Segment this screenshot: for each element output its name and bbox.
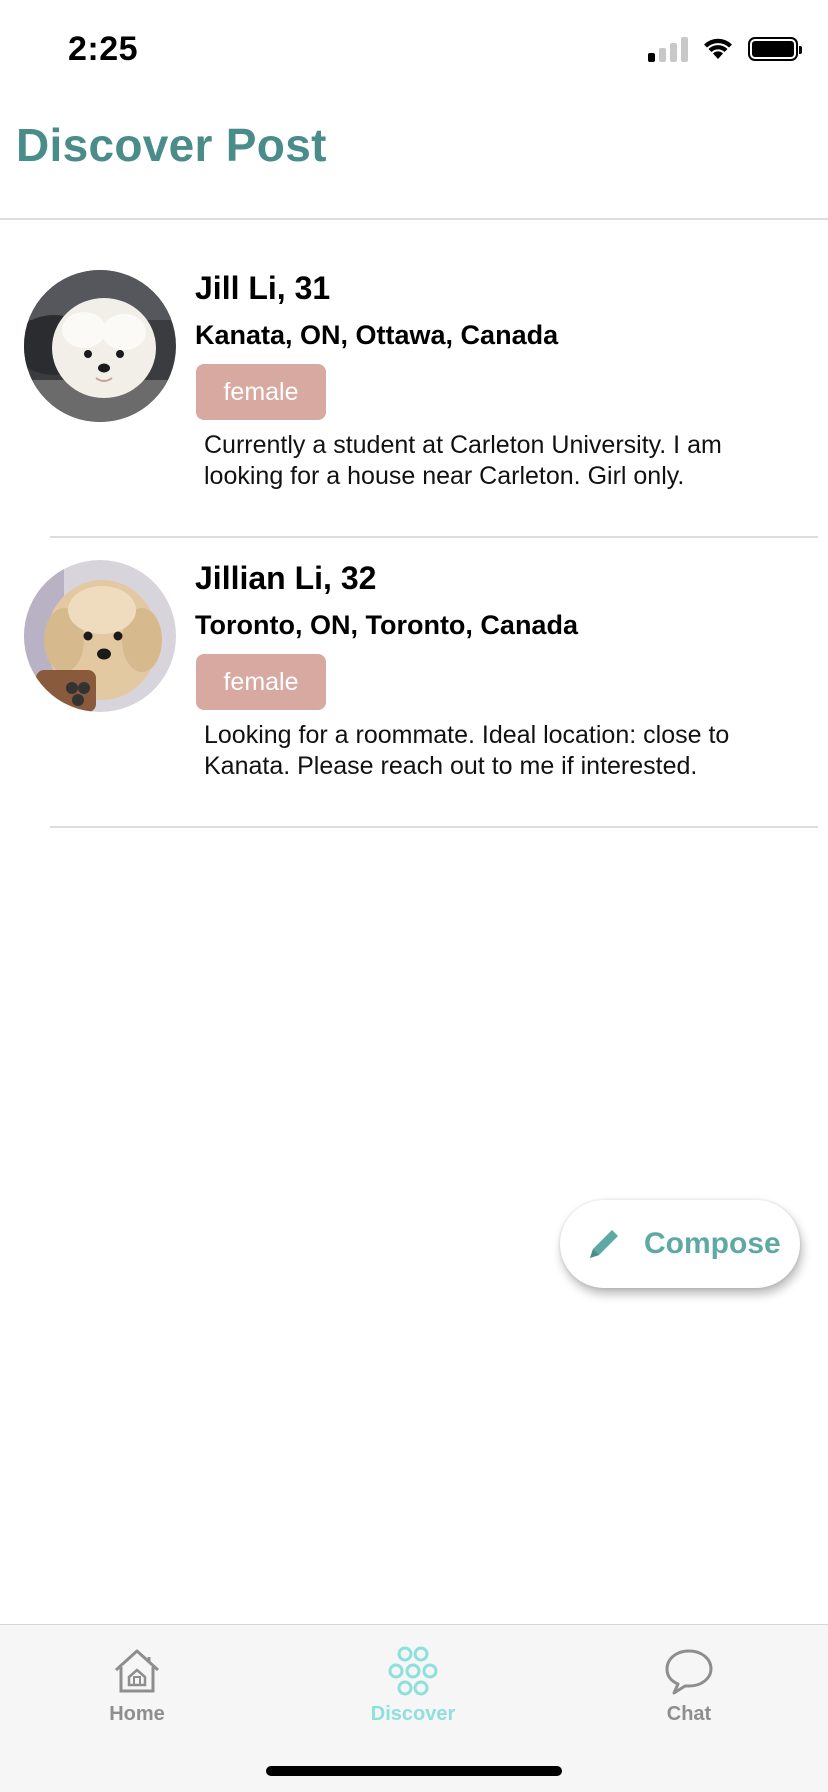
post-description: Currently a student at Carleton Universi… [204,431,722,490]
pencil-icon [590,1230,618,1258]
status-time: 2:25 [68,30,139,68]
avatar[interactable] [24,560,176,712]
tab-label: Home [109,1703,165,1725]
status-bar: 2:25 [0,0,828,100]
avatar[interactable] [24,270,176,422]
wifi-icon [704,38,732,59]
tab-home[interactable]: Home [62,1645,212,1726]
tab-label: Discover [370,1703,456,1725]
status-icons [648,36,802,62]
post-divider [50,826,818,828]
tab-chat[interactable]: Chat [614,1645,764,1726]
cellular-signal-icon [648,36,688,62]
discover-screen: 2:25 Discover Post Jill Li, 31 Kanata, O… [0,0,828,1792]
battery-icon [748,37,802,61]
post-description: Looking for a roommate. Ideal location: … [204,721,730,780]
white-fluffy-dog-photo-icon [24,270,176,422]
compose-button[interactable]: Compose [560,1200,800,1288]
gender-badge: female [196,364,326,420]
post-name: Jillian Li, 32 [195,560,377,596]
tab-label: Chat [666,1703,712,1725]
cream-poodle-photo-icon [24,560,176,712]
post-card[interactable]: Jillian Li, 32 Toronto, ON, Toronto, Can… [0,510,828,828]
post-location: Toronto, ON, Toronto, Canada [195,610,578,640]
post-name: Jill Li, 31 [195,270,331,306]
home-icon [114,1649,160,1693]
compose-label: Compose [644,1227,781,1260]
page-title: Discover Post [16,119,327,171]
post-card[interactable]: Jill Li, 31 Kanata, ON, Ottawa, Canada f… [0,220,828,538]
discover-icon [388,1646,438,1696]
chat-bubble-icon [665,1649,713,1695]
gender-badge: female [196,654,326,710]
tab-discover[interactable]: Discover [338,1645,488,1726]
post-location: Kanata, ON, Ottawa, Canada [195,320,559,350]
home-indicator[interactable] [266,1766,562,1776]
